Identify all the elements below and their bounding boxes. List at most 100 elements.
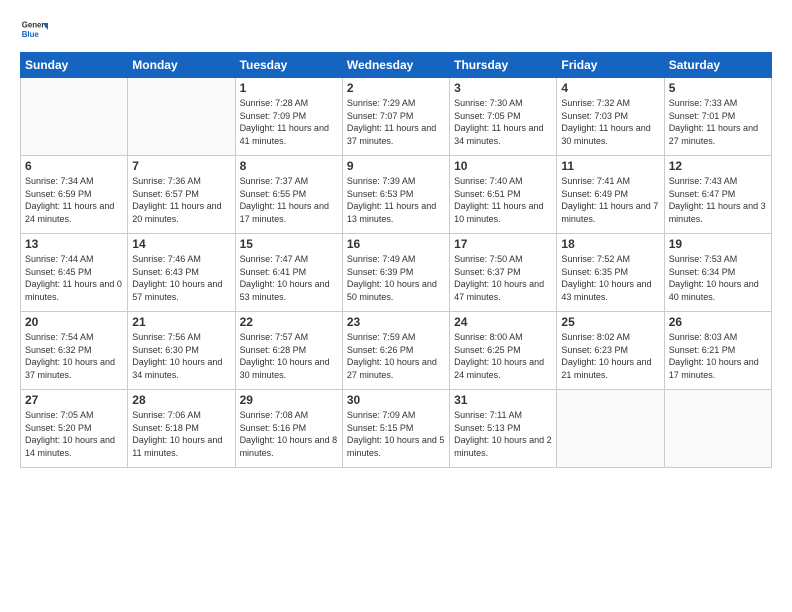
day-number: 25 [561, 315, 659, 329]
calendar-cell: 5Sunrise: 7:33 AMSunset: 7:01 PMDaylight… [664, 78, 771, 156]
logo: General Blue [20, 16, 52, 44]
day-info: Sunrise: 7:47 AMSunset: 6:41 PMDaylight:… [240, 253, 338, 303]
calendar-cell: 27 Sunrise: 7:05 AMSunset: 5:20 PMDayligh… [21, 390, 128, 468]
day-info: Sunrise: 7:49 AMSunset: 6:39 PMDaylight:… [347, 253, 445, 303]
day-info: Sunrise: 7:11 AMSunset: 5:13 PMDaylight:… [454, 409, 552, 459]
svg-text:General: General [22, 20, 48, 29]
calendar-cell: 18Sunrise: 7:52 AMSunset: 6:35 PMDayligh… [557, 234, 664, 312]
calendar-cell: 6Sunrise: 7:34 AMSunset: 6:59 PMDaylight… [21, 156, 128, 234]
day-number: 4 [561, 81, 659, 95]
day-number: 17 [454, 237, 552, 251]
day-info: Sunrise: 7:44 AMSunset: 6:45 PMDaylight:… [25, 253, 123, 303]
weekday-wednesday: Wednesday [342, 53, 449, 78]
calendar-week-1: 1 Sunrise: 7:28 AMSunset: 7:09 PMDaylight… [21, 78, 772, 156]
day-info: Sunrise: 7:40 AMSunset: 6:51 PMDaylight:… [454, 175, 552, 225]
calendar-cell [664, 390, 771, 468]
day-number: 28 [132, 393, 230, 407]
weekday-thursday: Thursday [450, 53, 557, 78]
day-number: 2 [347, 81, 445, 95]
day-number: 7 [132, 159, 230, 173]
calendar-cell: 28Sunrise: 7:06 AMSunset: 5:18 PMDayligh… [128, 390, 235, 468]
day-info: Sunrise: 7:28 AMSunset: 7:09 PMDaylight:… [240, 97, 338, 147]
day-number: 27 [25, 393, 123, 407]
calendar-cell: 20 Sunrise: 7:54 AMSunset: 6:32 PMDayligh… [21, 312, 128, 390]
calendar-week-3: 13 Sunrise: 7:44 AMSunset: 6:45 PMDayligh… [21, 234, 772, 312]
page-header: General Blue [20, 16, 772, 44]
day-info: Sunrise: 7:56 AMSunset: 6:30 PMDaylight:… [132, 331, 230, 381]
day-info: Sunrise: 7:53 AMSunset: 6:34 PMDaylight:… [669, 253, 767, 303]
calendar-cell: 1 Sunrise: 7:28 AMSunset: 7:09 PMDaylight… [235, 78, 342, 156]
calendar-cell: 8 Sunrise: 7:37 AMSunset: 6:55 PMDaylight… [235, 156, 342, 234]
calendar-week-5: 27 Sunrise: 7:05 AMSunset: 5:20 PMDayligh… [21, 390, 772, 468]
day-info: Sunrise: 7:59 AMSunset: 6:26 PMDaylight:… [347, 331, 445, 381]
day-info: Sunrise: 8:03 AMSunset: 6:21 PMDaylight:… [669, 331, 767, 381]
day-info: Sunrise: 7:29 AMSunset: 7:07 PMDaylight:… [347, 97, 445, 147]
calendar-cell: 7Sunrise: 7:36 AMSunset: 6:57 PMDaylight… [128, 156, 235, 234]
day-info: Sunrise: 7:46 AMSunset: 6:43 PMDaylight:… [132, 253, 230, 303]
calendar-cell: 31 Sunrise: 7:11 AMSunset: 5:13 PMDayligh… [450, 390, 557, 468]
logo-icon: General Blue [20, 16, 48, 44]
weekday-header-row: SundayMondayTuesdayWednesdayThursdayFrid… [21, 53, 772, 78]
day-info: Sunrise: 7:32 AMSunset: 7:03 PMDaylight:… [561, 97, 659, 147]
day-number: 3 [454, 81, 552, 95]
day-number: 24 [454, 315, 552, 329]
day-number: 12 [669, 159, 767, 173]
calendar-cell: 13 Sunrise: 7:44 AMSunset: 6:45 PMDayligh… [21, 234, 128, 312]
calendar-cell: 24 Sunrise: 8:00 AMSunset: 6:25 PMDayligh… [450, 312, 557, 390]
day-number: 21 [132, 315, 230, 329]
svg-text:Blue: Blue [22, 30, 40, 39]
calendar-cell: 22 Sunrise: 7:57 AMSunset: 6:28 PMDayligh… [235, 312, 342, 390]
day-info: Sunrise: 7:54 AMSunset: 6:32 PMDaylight:… [25, 331, 123, 381]
day-info: Sunrise: 7:57 AMSunset: 6:28 PMDaylight:… [240, 331, 338, 381]
day-number: 8 [240, 159, 338, 173]
calendar-cell [128, 78, 235, 156]
calendar-cell [557, 390, 664, 468]
day-info: Sunrise: 7:39 AMSunset: 6:53 PMDaylight:… [347, 175, 445, 225]
day-info: Sunrise: 7:05 AMSunset: 5:20 PMDaylight:… [25, 409, 123, 459]
day-number: 23 [347, 315, 445, 329]
day-number: 31 [454, 393, 552, 407]
calendar-cell: 12 Sunrise: 7:43 AMSunset: 6:47 PMDayligh… [664, 156, 771, 234]
day-number: 29 [240, 393, 338, 407]
weekday-tuesday: Tuesday [235, 53, 342, 78]
day-info: Sunrise: 7:52 AMSunset: 6:35 PMDaylight:… [561, 253, 659, 303]
day-info: Sunrise: 8:00 AMSunset: 6:25 PMDaylight:… [454, 331, 552, 381]
calendar-week-2: 6Sunrise: 7:34 AMSunset: 6:59 PMDaylight… [21, 156, 772, 234]
day-number: 14 [132, 237, 230, 251]
calendar-cell: 17 Sunrise: 7:50 AMSunset: 6:37 PMDayligh… [450, 234, 557, 312]
calendar-cell: 16 Sunrise: 7:49 AMSunset: 6:39 PMDayligh… [342, 234, 449, 312]
day-number: 22 [240, 315, 338, 329]
day-number: 10 [454, 159, 552, 173]
calendar-cell: 9 Sunrise: 7:39 AMSunset: 6:53 PMDaylight… [342, 156, 449, 234]
day-number: 20 [25, 315, 123, 329]
day-number: 6 [25, 159, 123, 173]
calendar-cell: 19 Sunrise: 7:53 AMSunset: 6:34 PMDayligh… [664, 234, 771, 312]
day-number: 19 [669, 237, 767, 251]
day-number: 11 [561, 159, 659, 173]
calendar-cell: 2 Sunrise: 7:29 AMSunset: 7:07 PMDaylight… [342, 78, 449, 156]
calendar-cell: 11 Sunrise: 7:41 AMSunset: 6:49 PMDayligh… [557, 156, 664, 234]
day-info: Sunrise: 7:09 AMSunset: 5:15 PMDaylight:… [347, 409, 445, 459]
day-number: 13 [25, 237, 123, 251]
day-number: 9 [347, 159, 445, 173]
day-number: 1 [240, 81, 338, 95]
day-info: Sunrise: 7:43 AMSunset: 6:47 PMDaylight:… [669, 175, 767, 225]
calendar-cell: 3 Sunrise: 7:30 AMSunset: 7:05 PMDaylight… [450, 78, 557, 156]
calendar-cell [21, 78, 128, 156]
calendar-cell: 4 Sunrise: 7:32 AMSunset: 7:03 PMDaylight… [557, 78, 664, 156]
day-info: Sunrise: 7:50 AMSunset: 6:37 PMDaylight:… [454, 253, 552, 303]
calendar-cell: 23 Sunrise: 7:59 AMSunset: 6:26 PMDayligh… [342, 312, 449, 390]
day-number: 15 [240, 237, 338, 251]
weekday-sunday: Sunday [21, 53, 128, 78]
weekday-friday: Friday [557, 53, 664, 78]
day-number: 30 [347, 393, 445, 407]
weekday-saturday: Saturday [664, 53, 771, 78]
day-number: 16 [347, 237, 445, 251]
day-info: Sunrise: 8:02 AMSunset: 6:23 PMDaylight:… [561, 331, 659, 381]
day-number: 26 [669, 315, 767, 329]
day-info: Sunrise: 7:37 AMSunset: 6:55 PMDaylight:… [240, 175, 338, 225]
calendar-cell: 15 Sunrise: 7:47 AMSunset: 6:41 PMDayligh… [235, 234, 342, 312]
day-info: Sunrise: 7:30 AMSunset: 7:05 PMDaylight:… [454, 97, 552, 147]
day-info: Sunrise: 7:41 AMSunset: 6:49 PMDaylight:… [561, 175, 659, 225]
day-info: Sunrise: 7:08 AMSunset: 5:16 PMDaylight:… [240, 409, 338, 459]
